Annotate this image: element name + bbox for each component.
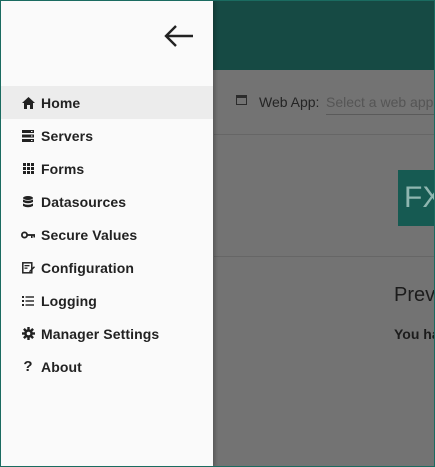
section-heading: Prev [394, 284, 435, 306]
nav-label-forms: Forms [41, 160, 85, 177]
servers-icon [21, 129, 35, 143]
gear-icon [21, 327, 35, 341]
nav-item-secure-values[interactable]: Secure Values [1, 218, 213, 251]
nav-label-manager-settings: Manager Settings [41, 325, 160, 342]
nav-item-servers[interactable]: Servers [1, 119, 213, 152]
section-divider [214, 256, 435, 257]
nav-item-logging[interactable]: Logging [1, 284, 213, 317]
question-icon: ? [23, 358, 33, 375]
section-text: You ha [394, 326, 435, 342]
app-logo: FX [398, 170, 435, 226]
nav-label-secure-values: Secure Values [41, 226, 138, 243]
calendar-icon [236, 95, 247, 105]
list-icon [21, 294, 35, 308]
nav-label-home: Home [41, 94, 81, 111]
nav-item-datasources[interactable]: Datasources [1, 185, 213, 218]
configuration-icon [21, 261, 35, 275]
grid-icon [21, 162, 35, 176]
home-icon [21, 96, 35, 110]
database-icon [21, 195, 35, 209]
nav-label-logging: Logging [41, 292, 97, 309]
web-app-select[interactable]: Select a web app [326, 94, 435, 115]
nav-item-about[interactable]: ? About [1, 350, 213, 383]
nav-item-manager-settings[interactable]: Manager Settings [1, 317, 213, 350]
web-app-toolbar: Web App: Select a web app [214, 70, 435, 135]
navigation-drawer: Home Servers Forms Datasources Secure Va… [0, 0, 213, 467]
key-icon [21, 228, 35, 242]
close-drawer-button[interactable] [161, 20, 197, 52]
nav-item-home[interactable]: Home [1, 86, 213, 119]
arrow-left-icon [161, 20, 197, 52]
web-app-label: Web App: [259, 94, 320, 110]
nav-label-servers: Servers [41, 127, 94, 144]
drawer-header [1, 0, 213, 86]
nav-item-forms[interactable]: Forms [1, 152, 213, 185]
nav-label-datasources: Datasources [41, 193, 127, 210]
nav-label-configuration: Configuration [41, 259, 135, 276]
nav-item-configuration[interactable]: Configuration [1, 251, 213, 284]
nav-label-about: About [41, 358, 82, 375]
